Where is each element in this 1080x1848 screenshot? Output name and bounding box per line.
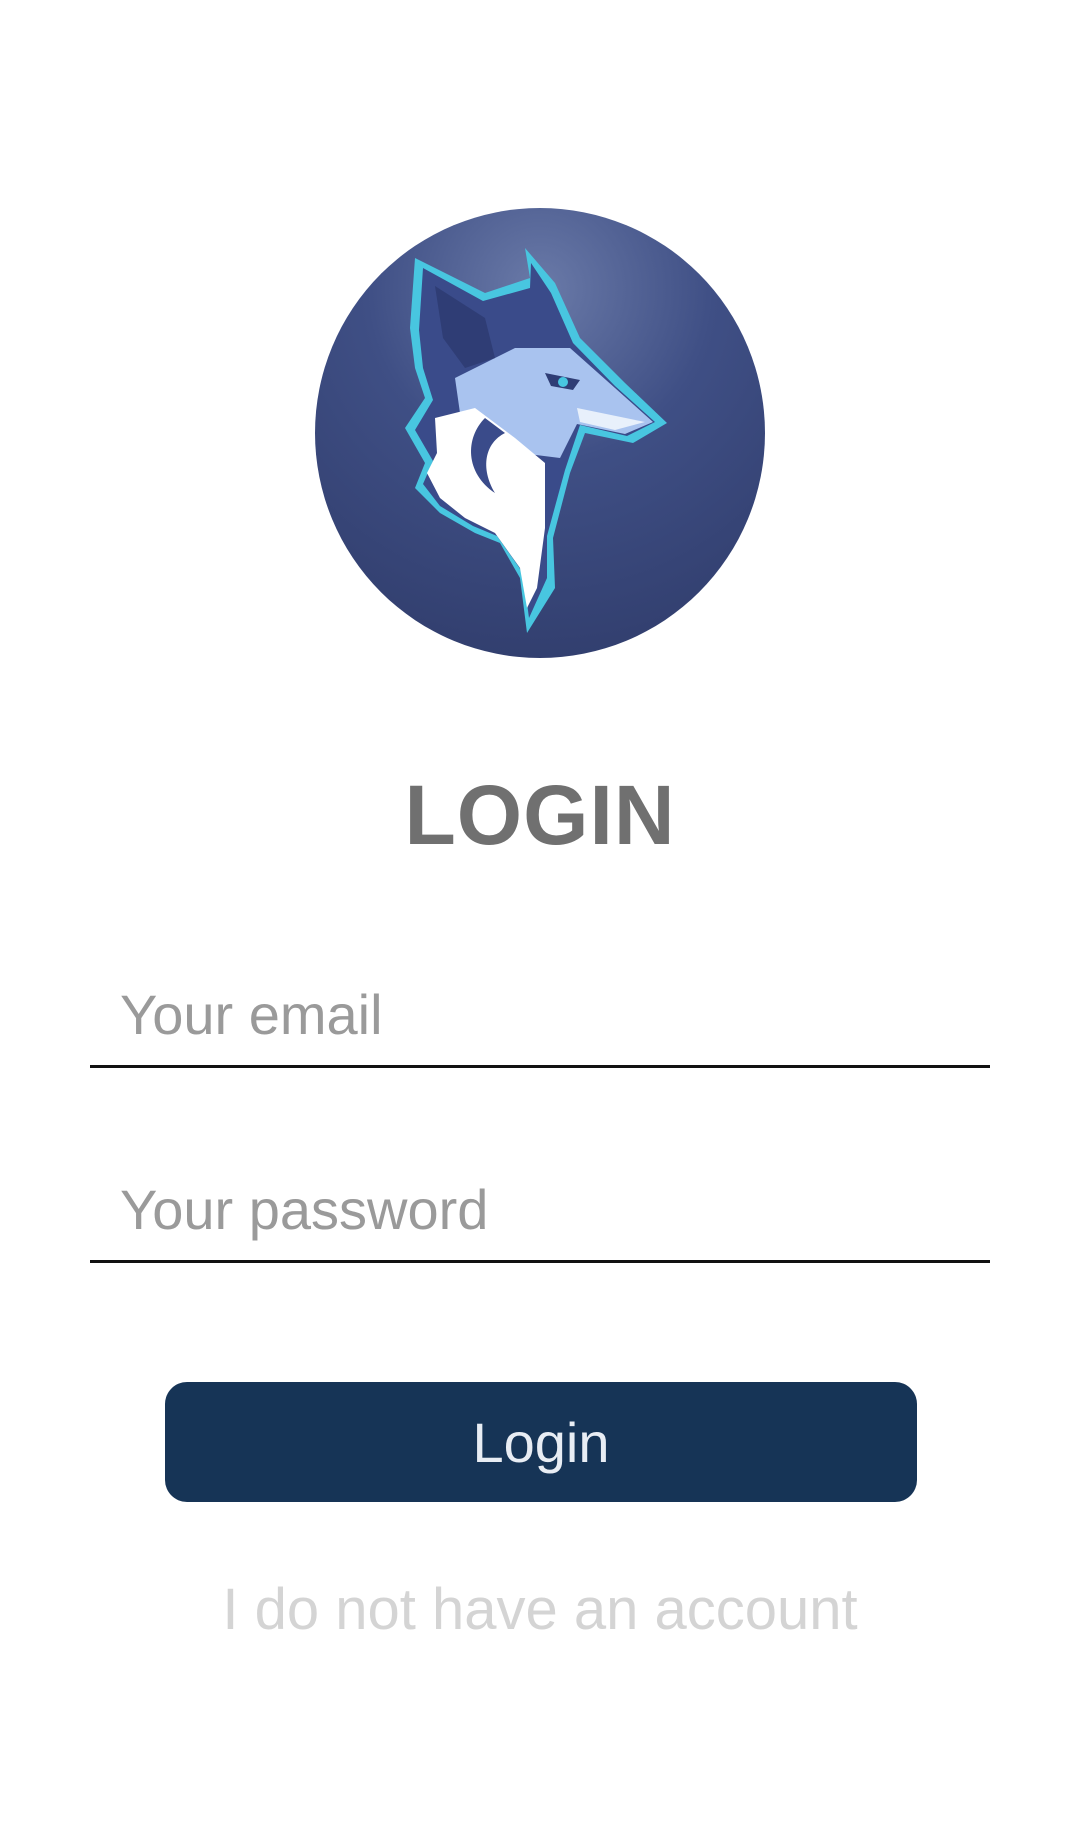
wolf-icon [405,248,667,633]
password-input[interactable] [120,1177,990,1242]
email-field-container [90,965,990,1068]
email-input[interactable] [120,982,990,1047]
page-title: LOGIN [404,768,676,862]
password-field-container [90,1160,990,1263]
login-button[interactable]: Login [165,1382,917,1502]
app-logo [315,208,765,658]
no-account-link[interactable]: I do not have an account [0,1570,1080,1650]
